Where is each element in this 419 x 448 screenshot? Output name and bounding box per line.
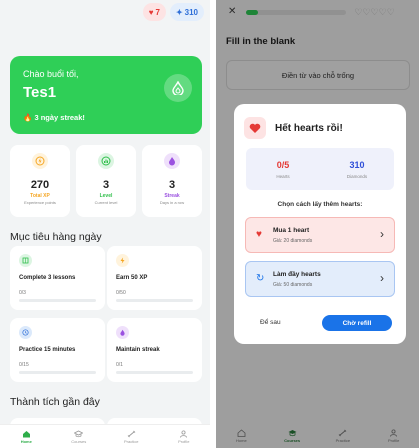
- drop-icon: [172, 81, 184, 95]
- graduation-cap-icon: [74, 430, 84, 437]
- person-icon: [180, 429, 188, 438]
- out-of-hearts-dialog: Hết hearts rồi! 0/5 Hearts 310 Diamonds …: [234, 104, 406, 344]
- stat-card-xp: 270 Total XP Experience points: [10, 145, 70, 217]
- diamonds-value: 310: [349, 159, 365, 170]
- daily-goals-title: Mục tiêu hàng ngày: [10, 231, 102, 243]
- flame-icon: [164, 153, 180, 169]
- stat-card-level: 3 Level Current level: [76, 145, 136, 217]
- stat-value: 3: [102, 179, 110, 191]
- goal-progress-bar: [116, 371, 193, 374]
- goal-card-lessons[interactable]: Complete 3 lessons 0/3: [10, 246, 105, 310]
- heart-icon: ♥: [256, 229, 262, 240]
- refresh-icon: ↻: [256, 273, 265, 284]
- goal-progress: 0/3: [19, 290, 26, 296]
- goal-card-practice[interactable]: Practice 15 minutes 0/15: [10, 318, 105, 382]
- nav-home[interactable]: Home: [0, 425, 53, 448]
- xp-icon: [32, 153, 48, 169]
- diamonds-count: 310: [184, 7, 198, 17]
- goal-card-xp[interactable]: Earn 50 XP 0/50: [107, 246, 202, 310]
- goal-title: Maintain streak: [116, 347, 160, 353]
- dialog-header: Hết hearts rồi!: [244, 117, 343, 139]
- clock-icon: [19, 326, 32, 339]
- streak-text: 3 ngày streak!: [34, 113, 85, 122]
- stat-card-streak: 3 Streak Days in a row: [142, 145, 202, 217]
- nav-profile[interactable]: Profile: [158, 425, 211, 448]
- diamonds-stat: 310 Diamonds: [320, 148, 394, 190]
- option-title: Mua 1 heart: [273, 227, 310, 234]
- nav-label: Courses: [71, 438, 87, 444]
- goal-progress: 0/1: [116, 362, 123, 368]
- stat-sub: Current level: [94, 200, 118, 205]
- sparkle-icon: ✦: [175, 7, 183, 17]
- option-price: Giá: 20 diamonds: [273, 238, 313, 244]
- stats-row: 270 Total XP Experience points 3 Level C…: [10, 145, 202, 217]
- bottom-nav: Home Courses Practice Profile: [0, 424, 210, 448]
- chevron-right-icon: ›: [380, 227, 384, 241]
- flame-icon: [116, 326, 129, 339]
- goal-title: Practice 15 minutes: [19, 347, 76, 353]
- goal-progress-bar: [19, 299, 96, 302]
- nav-practice[interactable]: Practice: [105, 425, 158, 448]
- bolt-icon: [116, 254, 129, 267]
- nav-label: Practice: [124, 438, 139, 444]
- streak-banner: 🔥 3 ngày streak!: [23, 113, 85, 122]
- stat-sub: Days in a row: [159, 200, 185, 205]
- goal-title: Complete 3 lessons: [19, 275, 76, 281]
- goal-progress-bar: [19, 371, 96, 374]
- chevron-right-icon: ›: [380, 271, 384, 285]
- home-screen: ♥ 7 ✦ 310 Chào buổi tối, Tes1 🔥 3 ngày s…: [0, 0, 210, 448]
- greeting-card: Chào buổi tối, Tes1 🔥 3 ngày streak!: [10, 56, 202, 134]
- hearts-pill[interactable]: ♥ 7: [142, 3, 166, 21]
- stat-value: 3: [168, 179, 176, 191]
- top-status-pills: ♥ 7 ✦ 310: [142, 3, 204, 21]
- streak-drop-button[interactable]: [164, 74, 192, 102]
- recent-achievements-title: Thành tích gần đây: [10, 396, 100, 408]
- goal-title: Earn 50 XP: [116, 275, 148, 281]
- goal-progress: 0/15: [19, 362, 29, 368]
- stat-value: 270: [30, 179, 50, 191]
- username: Tes1: [23, 84, 57, 101]
- stat-sub: Experience points: [24, 200, 56, 205]
- option-title: Làm đầy hearts: [273, 271, 321, 278]
- heart-icon: [244, 117, 266, 139]
- choose-prompt: Chọn cách lấy thêm hearts:: [277, 201, 363, 208]
- hearts-stat: 0/5 Hearts: [246, 148, 320, 190]
- hearts-count: 7: [155, 7, 160, 17]
- nav-label: Home: [20, 438, 32, 444]
- exercise-screen: ✕ ♡ ♡ ♡ ♡ ♡ Fill in the blank Điền từ và…: [216, 0, 419, 448]
- stat-label: Level: [99, 193, 113, 199]
- book-icon: [19, 254, 32, 267]
- level-icon: [98, 153, 114, 169]
- nav-label: Profile: [178, 438, 190, 444]
- stat-label: Streak: [164, 193, 180, 199]
- goal-progress: 0/50: [116, 290, 126, 296]
- later-button[interactable]: Để sau: [260, 319, 281, 326]
- stat-label: Total XP: [30, 193, 50, 199]
- diamonds-pill[interactable]: ✦ 310: [169, 3, 204, 21]
- greeting-text: Chào buổi tối,: [23, 69, 79, 79]
- refill-hearts-option[interactable]: ↻ Làm đầy hearts Giá: 50 diamonds ›: [245, 261, 395, 297]
- wait-refill-button[interactable]: Chờ refill: [322, 315, 392, 331]
- goal-progress-bar: [116, 299, 193, 302]
- goal-card-streak[interactable]: Maintain streak 0/1: [107, 318, 202, 382]
- hearts-value: 0/5: [276, 159, 290, 170]
- dialog-title: Hết hearts rồi!: [275, 122, 343, 134]
- fire-icon: 🔥: [23, 113, 33, 122]
- option-price: Giá: 50 diamonds: [273, 282, 313, 288]
- dialog-stats: 0/5 Hearts 310 Diamonds: [246, 148, 394, 190]
- hearts-label: Hearts: [276, 173, 290, 179]
- heart-icon: ♥: [148, 7, 154, 17]
- home-icon: [22, 430, 30, 437]
- buy-heart-option[interactable]: ♥ Mua 1 heart Giá: 20 diamonds ›: [245, 217, 395, 253]
- nav-courses[interactable]: Courses: [53, 425, 106, 448]
- diamonds-label: Diamonds: [346, 173, 368, 179]
- dumbbell-icon: [127, 430, 136, 437]
